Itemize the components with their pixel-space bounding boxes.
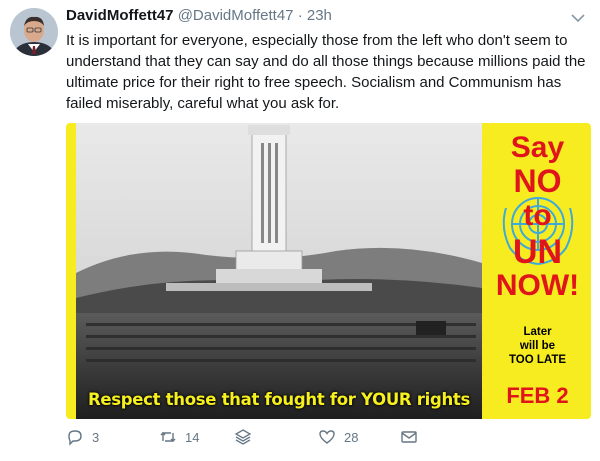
direct-message-button[interactable] bbox=[400, 426, 426, 448]
envelope-icon bbox=[401, 431, 417, 443]
tweet-actions: 3 14 28 bbox=[66, 426, 591, 450]
layers-icon bbox=[234, 429, 252, 445]
reply-button[interactable]: 3 bbox=[66, 426, 99, 448]
timestamp[interactable]: 23h bbox=[307, 7, 332, 24]
note-line: TOO LATE bbox=[508, 354, 567, 366]
tweet-media-image[interactable]: Respect those that fought for YOUR right… bbox=[66, 123, 591, 419]
tweet-header: DavidMoffett47 @DavidMoffett47 · 23h bbox=[66, 7, 332, 24]
un-text: UN bbox=[512, 233, 563, 271]
retweet-button[interactable]: 14 bbox=[159, 426, 199, 448]
like-button[interactable]: 28 bbox=[318, 426, 358, 448]
like-count: 28 bbox=[344, 429, 359, 445]
heart-icon bbox=[319, 430, 335, 444]
memorial-photo bbox=[76, 123, 482, 419]
retweet-icon bbox=[160, 432, 176, 442]
note-line: will be bbox=[519, 340, 556, 352]
reply-icon bbox=[68, 430, 82, 446]
stack-button[interactable] bbox=[234, 426, 260, 448]
no-text: NO bbox=[513, 163, 562, 199]
avatar[interactable] bbox=[10, 8, 58, 56]
reply-count: 3 bbox=[92, 429, 100, 445]
image-caption: Respect those that fought for YOUR right… bbox=[87, 390, 471, 409]
too-late-note: Later will be TOO LATE bbox=[484, 325, 591, 367]
retweet-count: 14 bbox=[185, 429, 200, 445]
to-text: to bbox=[523, 199, 552, 232]
chevron-down-icon[interactable] bbox=[570, 12, 586, 24]
display-name[interactable]: DavidMoffett47 bbox=[66, 7, 174, 24]
tweet-text: It is important for everyone, especially… bbox=[66, 32, 586, 112]
avatar-portrait-image bbox=[10, 8, 58, 56]
user-handle[interactable]: @DavidMoffett47 bbox=[178, 7, 294, 24]
say-text: Say bbox=[510, 131, 565, 164]
note-line: Later bbox=[523, 326, 552, 338]
tweet-card[interactable]: DavidMoffett47 @DavidMoffett47 · 23h It … bbox=[0, 0, 600, 461]
separator-dot: · bbox=[297, 7, 303, 24]
now-text: NOW! bbox=[495, 269, 580, 302]
side-panel: Say NO to UN NOW! Later will be TOO LATE… bbox=[484, 123, 591, 419]
event-date: FEB 2 bbox=[506, 383, 569, 408]
